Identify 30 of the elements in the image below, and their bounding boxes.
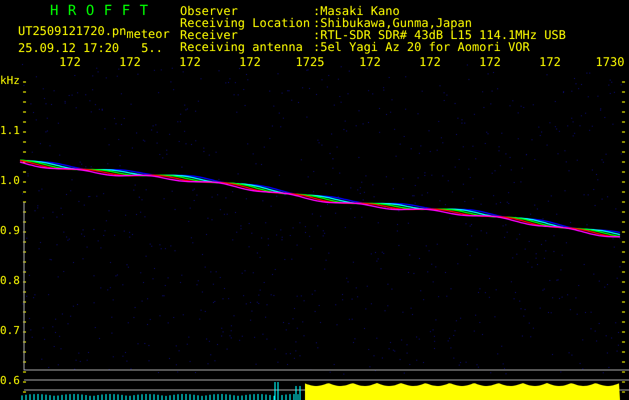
frequency-axis-label: 0.7 <box>0 324 20 337</box>
app-title: HROFFT <box>49 4 159 21</box>
frequency-axis-label: 0.9 <box>0 224 20 237</box>
frequency-tick-label: 172 <box>359 55 381 69</box>
info-value: :Masaki Kano <box>313 5 400 17</box>
frequency-tick-label: 1725 <box>296 55 324 69</box>
info-value: :5el Yagi Az 20 for Aomori VOR <box>313 41 531 53</box>
event-tag: meteor <box>126 28 170 40</box>
frequency-axis-label: 0.6 <box>0 374 20 387</box>
frequency-tick-label: 172 <box>419 55 441 69</box>
unit-label: kHz <box>0 74 20 87</box>
info-label: Observer <box>180 5 238 17</box>
info-label: Receiving antenna <box>180 41 304 53</box>
frequency-tick-label: 172 <box>479 55 501 69</box>
frequency-tick-label: 172 <box>59 55 81 69</box>
frequency-axis-label: 1.1 <box>0 124 20 137</box>
info-label: Receiver <box>180 29 238 41</box>
frequency-tick-label: 172 <box>119 55 141 69</box>
info-value: :RTL-SDR SDR# 43dB L15 114.1MHz USB <box>313 29 566 41</box>
frequency-tick-label: 1730 <box>596 55 624 69</box>
frequency-tick-label: 172 <box>239 55 261 69</box>
count-text: 5.. <box>141 42 163 54</box>
timestamp: 25.09.12 17:20 <box>18 42 120 54</box>
info-value: :Shibukawa,Gunma,Japan <box>313 17 473 29</box>
frequency-axis-label: 1.0 <box>0 174 20 187</box>
frequency-tick-label: 172 <box>539 55 561 69</box>
frequency-axis-label: 0.8 <box>0 274 20 287</box>
frequency-tick-label: 172 <box>179 55 201 69</box>
file-name: UT2509121720.pn <box>18 25 126 37</box>
info-label: Receiving Location <box>180 17 312 29</box>
